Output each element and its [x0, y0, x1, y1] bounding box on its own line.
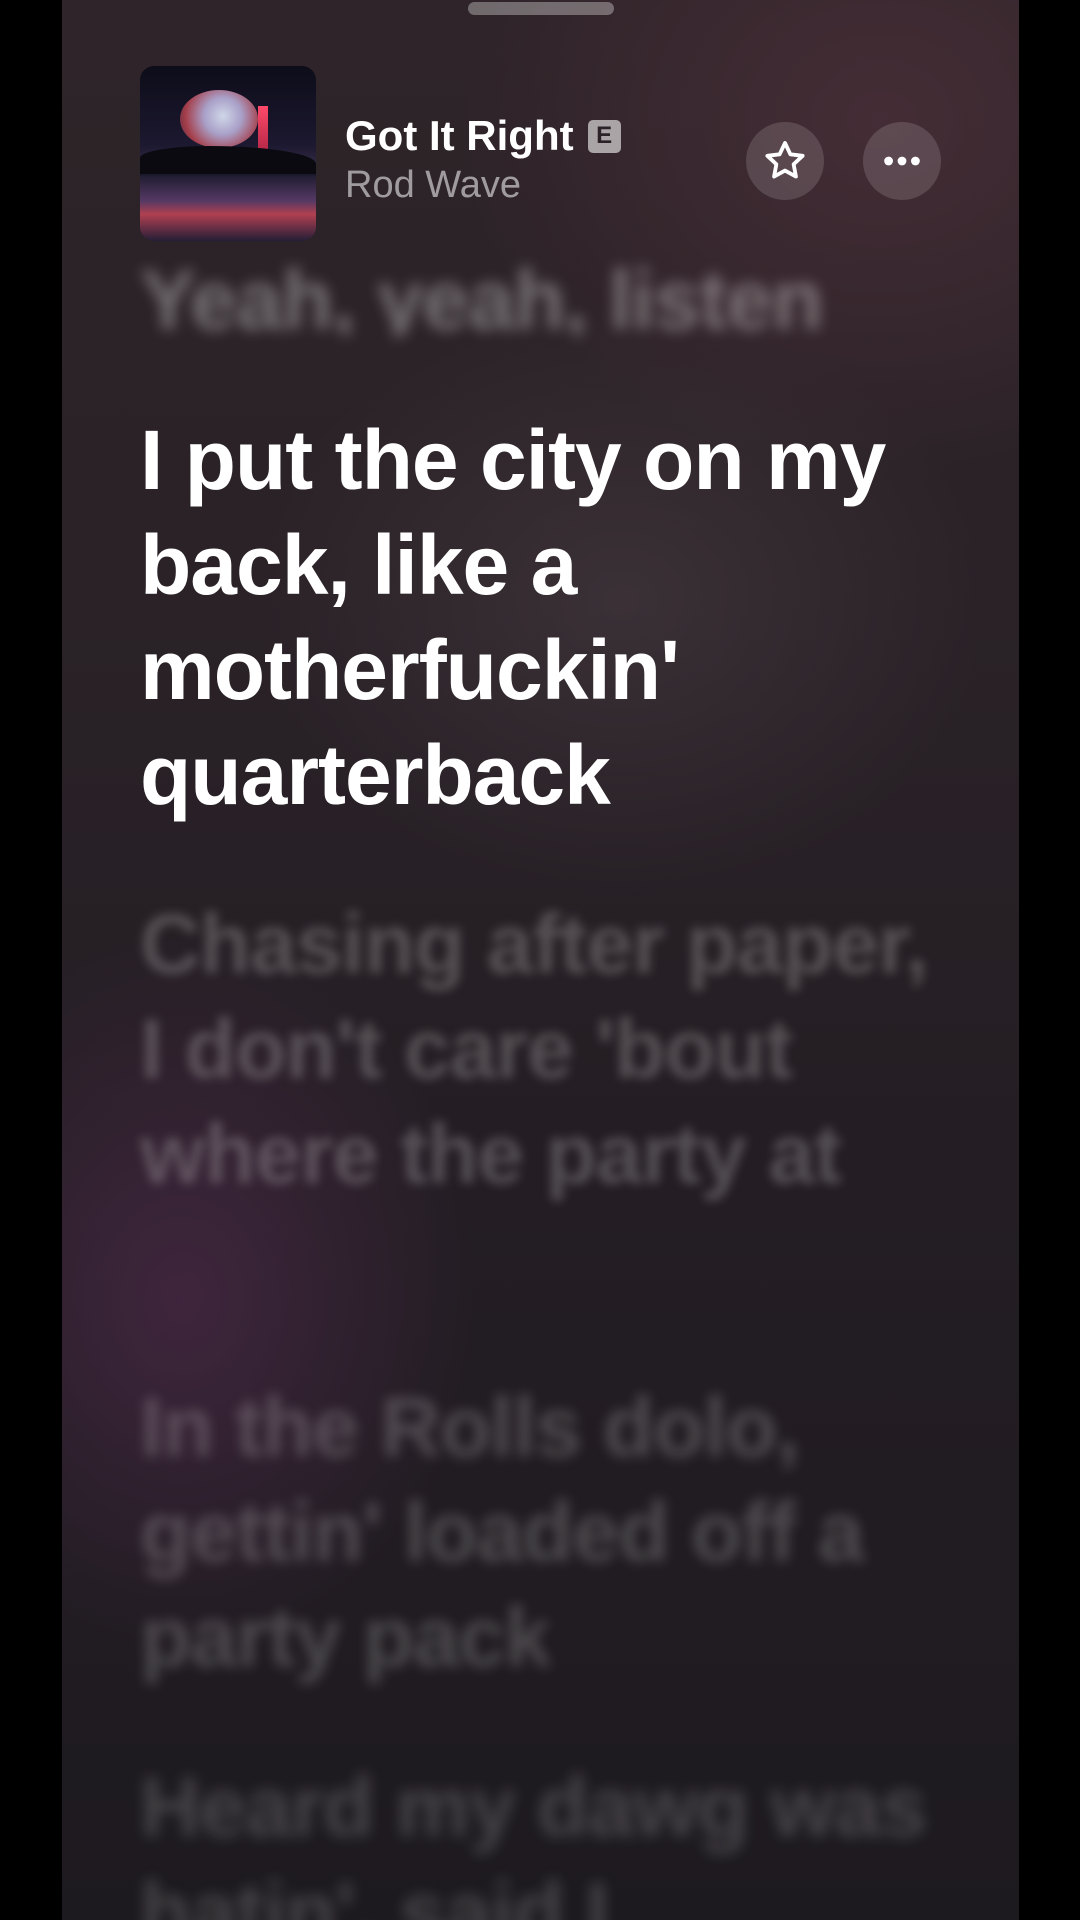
- artwork-hills: [140, 146, 316, 176]
- sheet-grabber[interactable]: [468, 2, 614, 15]
- artist-name[interactable]: Rod Wave: [345, 164, 521, 207]
- artwork-planet: [180, 90, 258, 148]
- ellipsis-icon: [884, 156, 920, 166]
- lyric-line-next[interactable]: Heard my dawg was hatin', said I: [140, 1755, 940, 1920]
- song-title[interactable]: Got It Right: [345, 112, 574, 160]
- album-artwork[interactable]: [140, 66, 316, 241]
- explicit-badge: E: [587, 119, 621, 153]
- favorite-button[interactable]: [746, 122, 824, 200]
- star-icon: [765, 141, 805, 179]
- more-options-button[interactable]: [863, 122, 941, 200]
- lyric-line-next[interactable]: In the Rolls dolo, gettin' loaded off a …: [140, 1375, 940, 1690]
- lyrics-screen: Got It Right E Rod Wave Yeah, yeah, list…: [62, 0, 1019, 1920]
- lyric-line-current[interactable]: I put the city on my back, like a mother…: [140, 408, 940, 828]
- lyric-line-previous[interactable]: Yeah, yeah, listen: [140, 248, 940, 336]
- lyric-line-next[interactable]: Chasing after paper, I don't care 'bout …: [140, 892, 940, 1207]
- artwork-water: [140, 174, 316, 241]
- song-title-row: Got It Right E: [345, 110, 621, 162]
